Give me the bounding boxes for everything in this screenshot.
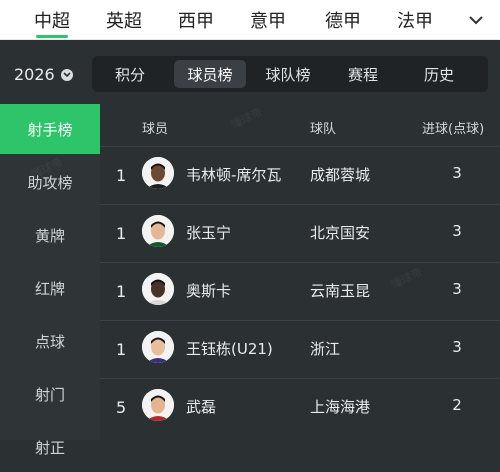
app: 中超 英超 西甲 意甲 德甲 法甲 2026 积分 球员榜 球队榜 赛程 历史 … (0, 0, 500, 457)
avatar-icon (142, 157, 174, 189)
goals-value: 3 (452, 164, 462, 182)
sidebar-item-red-cards[interactable]: 红牌 (0, 263, 100, 313)
player-avatar[interactable] (142, 273, 174, 305)
league-tab-epl[interactable]: 英超 (102, 0, 146, 40)
sidebar-item-assists[interactable]: 助攻榜 (0, 157, 100, 207)
player-name: 韦林顿-席尔瓦 (186, 166, 282, 184)
rank: 1 (116, 224, 127, 243)
row-divider (100, 320, 500, 321)
season-label: 2026 (14, 65, 55, 84)
table-row[interactable]: 1 张玉宁 北京国安 3 (100, 204, 500, 261)
player-name: 武磊 (186, 398, 217, 416)
table-row[interactable]: 5 武磊 上海海港 2 (100, 378, 500, 435)
sidebar-item-yellow-cards[interactable]: 黄牌 (0, 210, 100, 260)
league-tab-bundesliga[interactable]: 德甲 (321, 0, 365, 40)
row-divider (100, 378, 500, 379)
goals-value: 3 (452, 222, 462, 240)
player-avatar[interactable] (142, 157, 174, 189)
caret-down-icon (60, 68, 73, 81)
player-name: 张玉宁 (186, 224, 232, 242)
sidebar-item-penalties[interactable]: 点球 (0, 316, 100, 366)
team-name: 北京国安 (310, 224, 371, 242)
rank: 1 (116, 340, 127, 359)
goals-value: 2 (452, 396, 462, 414)
avatar-icon (142, 331, 174, 363)
subtab-team-rank[interactable]: 球队榜 (252, 60, 324, 88)
league-tab-csl[interactable]: 中超 (30, 0, 74, 40)
goals-value: 3 (452, 280, 462, 298)
row-divider (100, 204, 500, 205)
table-row[interactable]: 1 王钰栋(U21) 浙江 3 (100, 320, 500, 377)
sidebar-item-top-scorers[interactable]: 射手榜 (0, 104, 100, 154)
chevron-down-icon[interactable] (466, 10, 486, 30)
subtab-segmented-control: 积分 球员榜 球队榜 赛程 历史 (92, 56, 488, 92)
row-divider (100, 146, 500, 147)
table-row[interactable]: 1 奥斯卡 云南玉昆 3 (100, 262, 500, 319)
rank: 1 (116, 282, 127, 301)
row-divider (100, 262, 500, 263)
league-tab-ligue1[interactable]: 法甲 (393, 0, 437, 40)
league-tab-laliga[interactable]: 西甲 (174, 0, 218, 40)
avatar-icon (142, 389, 174, 421)
sidebar-item-shots[interactable]: 射门 (0, 369, 100, 419)
team-name: 云南玉昆 (310, 282, 371, 300)
player-avatar[interactable] (142, 389, 174, 421)
player-avatar[interactable] (142, 331, 174, 363)
active-tab-underline (36, 35, 68, 38)
rank: 1 (116, 166, 127, 185)
subtab-history[interactable]: 历史 (406, 60, 472, 88)
avatar-icon (142, 215, 174, 247)
team-name: 浙江 (310, 340, 341, 358)
goals-value: 3 (452, 338, 462, 356)
league-tab-bar: 中超 英超 西甲 意甲 德甲 法甲 (0, 0, 500, 40)
subtab-schedule[interactable]: 赛程 (330, 60, 396, 88)
column-header-team: 球队 (310, 122, 337, 137)
column-header-player: 球员 (142, 122, 169, 137)
scorer-table: 球员 球队 进球(点球) 1 韦林顿-席尔瓦 成都蓉城 3 1 张玉宁 北京国安 3 1 奥斯卡 云… (100, 104, 500, 440)
sidebar-item-shots-on-target[interactable]: 射正 (0, 422, 100, 472)
team-name: 上海海港 (310, 398, 371, 416)
column-header-goals: 进球(点球) (422, 122, 485, 137)
league-tab-seriea[interactable]: 意甲 (246, 0, 290, 40)
team-name: 成都蓉城 (310, 166, 371, 184)
stat-sidebar: 射手榜 助攻榜 黄牌 红牌 点球 射门 射正 (0, 104, 100, 457)
season-selector[interactable]: 2026 (14, 65, 73, 84)
player-avatar[interactable] (142, 215, 174, 247)
player-name: 奥斯卡 (186, 282, 232, 300)
subtab-standings[interactable]: 积分 (96, 60, 164, 88)
table-row[interactable]: 1 韦林顿-席尔瓦 成都蓉城 3 (100, 146, 500, 203)
avatar-icon (142, 273, 174, 305)
subtab-player-rank[interactable]: 球员榜 (174, 60, 246, 88)
player-name: 王钰栋(U21) (186, 340, 273, 358)
rank: 5 (116, 398, 127, 417)
